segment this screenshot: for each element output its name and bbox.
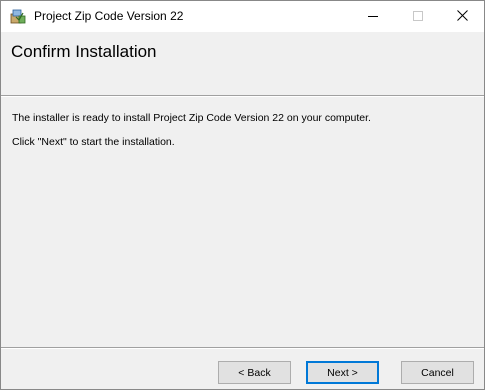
installer-window: Project Zip Code Version 22 Confirm Inst… xyxy=(0,0,485,390)
instruction-message: Click "Next" to start the installation. xyxy=(12,136,175,148)
close-icon xyxy=(457,8,468,26)
footer-divider xyxy=(1,347,484,349)
maximize-icon xyxy=(412,8,423,26)
minimize-button[interactable] xyxy=(350,1,395,32)
installer-app-icon xyxy=(10,8,26,24)
back-button[interactable]: < Back xyxy=(218,361,291,384)
minimize-icon xyxy=(367,8,378,26)
page-title: Confirm Installation xyxy=(11,42,157,61)
maximize-button[interactable] xyxy=(395,1,440,32)
cancel-button[interactable]: Cancel xyxy=(401,361,474,384)
next-button[interactable]: Next > xyxy=(306,361,379,384)
window-title: Project Zip Code Version 22 xyxy=(34,9,184,23)
header-divider xyxy=(1,95,484,97)
close-button[interactable] xyxy=(440,1,485,32)
title-bar[interactable]: Project Zip Code Version 22 xyxy=(1,1,484,32)
header-banner: Confirm Installation xyxy=(1,32,484,95)
ready-message: The installer is ready to install Projec… xyxy=(12,112,371,124)
